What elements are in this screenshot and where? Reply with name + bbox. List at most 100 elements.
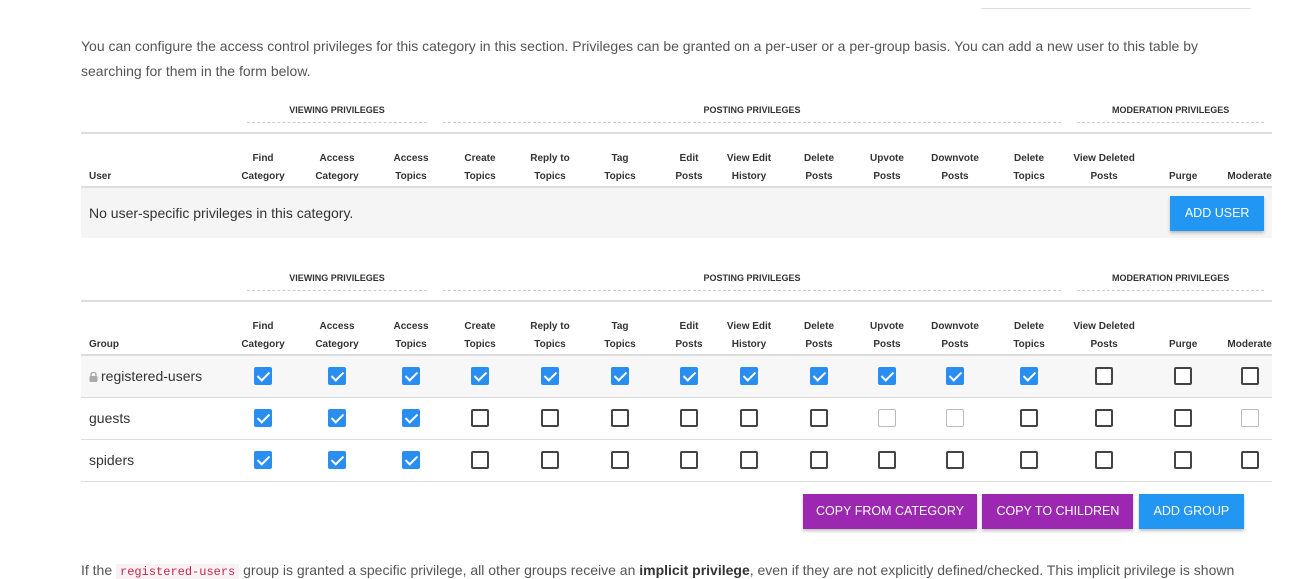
copy-from-category-button[interactable]: Copy from Category [803,494,977,529]
privilege-checkbox [878,408,896,427]
privilege-checkbox[interactable] [541,367,559,386]
privilege-cell [525,397,575,440]
privilege-checkbox[interactable] [878,450,896,469]
privilege-checkbox[interactable] [740,408,758,427]
privilege-column-header: Edit Posts [665,132,713,188]
add-group-button[interactable]: Add Group [1138,494,1244,529]
privilege-cell [435,355,525,398]
privilege-checkbox[interactable] [810,450,828,469]
privilege-checkbox[interactable] [402,367,420,386]
privilege-cell [575,439,665,482]
privilege-checkbox[interactable] [328,408,346,427]
privilege-checkbox[interactable] [1174,408,1193,427]
privilege-cell [435,397,525,440]
privilege-checkbox[interactable] [1240,367,1259,386]
privilege-cell [239,355,287,398]
privilege-column-header: Edit Posts [665,300,713,356]
privilege-checkbox[interactable] [471,367,489,386]
privilege-checkbox[interactable] [1174,450,1193,469]
privilege-checkbox[interactable] [740,450,758,469]
privilege-checkbox[interactable] [254,367,272,386]
intro-text: You can configure the access control pri… [81,38,1199,79]
privilege-checkbox[interactable] [1020,367,1039,386]
privilege-checkbox [1240,408,1259,427]
user-privileges-table: Viewing Privileges Posting Privileges Mo… [81,95,1273,238]
privilege-cell [713,397,785,440]
viewing-privileges-header: Viewing Privileges [239,263,435,301]
privilege-cell [1069,439,1140,482]
privilege-column-header: Reply to Topics [525,132,575,188]
privilege-checkbox[interactable] [1020,408,1039,427]
privilege-cell [525,439,575,482]
privilege-checkbox[interactable] [611,450,629,469]
empty-message: No user-specific privileges in this cate… [81,187,1070,238]
privilege-checkbox[interactable] [680,408,698,427]
privilege-cell [785,397,853,440]
privilege-checkbox[interactable] [946,367,964,386]
privilege-checkbox[interactable] [471,408,489,427]
privilege-cell [387,439,435,482]
privilege-column-header: Upvote Posts [853,300,921,356]
privilege-cell [665,397,713,440]
privilege-column-header: View Edit History [713,132,785,188]
privilege-column-header: Purge [1139,132,1228,188]
top-divider [981,8,1251,9]
privilege-checkbox[interactable] [254,408,272,427]
privilege-checkbox[interactable] [611,367,629,386]
privilege-cell [785,439,853,482]
privilege-checkbox[interactable] [810,367,828,386]
privilege-checkbox[interactable] [541,450,559,469]
column-header-row: User Find Category Access Category Access Top… [81,132,1273,188]
privilege-cell [665,439,713,482]
copy-to-children-button[interactable]: Copy to Children [982,494,1134,529]
group-column-header: Group [81,300,239,356]
moderation-privileges-header: Moderation Privileges [1069,263,1272,301]
add-user-button[interactable]: Add User [1170,195,1265,231]
privilege-cell [575,397,665,440]
group-row: spiders [81,439,1273,482]
posting-privileges-header: Posting Privileges [435,263,1069,301]
privilege-checkbox[interactable] [1240,450,1259,469]
privilege-checkbox[interactable] [254,450,272,469]
privilege-column-header: Create Topics [435,300,525,356]
privilege-checkbox[interactable] [611,408,629,427]
privilege-column-header: Delete Topics [989,132,1070,188]
privilege-checkbox[interactable] [1174,367,1193,386]
privilege-cell [921,439,989,482]
privilege-checkbox[interactable] [1095,450,1114,469]
privilege-checkbox[interactable] [810,408,828,427]
privilege-column-header: Reply to Topics [525,300,575,356]
privilege-checkbox[interactable] [541,408,559,427]
privilege-checkbox[interactable] [328,450,346,469]
implicit-privilege-note: If the registered-users group is granted… [81,562,1235,579]
privilege-checkbox[interactable] [680,367,698,386]
privilege-cell [287,397,387,440]
group-actions: Copy from Category Copy to Children Add … [803,494,1244,529]
privilege-checkbox[interactable] [1095,408,1114,427]
privilege-cell [1069,397,1140,440]
lock-icon [89,369,98,383]
privilege-column-header: Purge [1139,300,1228,356]
privilege-cell [853,355,921,398]
privilege-checkbox[interactable] [328,367,346,386]
privilege-checkbox[interactable] [402,450,420,469]
privilege-column-header: Tag Topics [575,300,665,356]
privilege-cell [1227,397,1273,440]
privilege-checkbox[interactable] [471,450,489,469]
privilege-checkbox[interactable] [1020,450,1039,469]
privilege-checkbox[interactable] [946,450,964,469]
privilege-checkbox[interactable] [680,450,698,469]
privilege-checkbox[interactable] [402,408,420,427]
privilege-checkbox[interactable] [878,367,896,386]
privilege-checkbox[interactable] [1095,367,1114,386]
privilege-cell [665,355,713,398]
privilege-checkbox[interactable] [740,367,758,386]
privilege-cell [1139,355,1228,398]
privilege-column-header: Delete Posts [785,132,853,188]
privilege-column-header: Create Topics [435,132,525,188]
privilege-cell [713,355,785,398]
privilege-column-header: Moderate [1227,132,1273,188]
privilege-column-header: Moderate [1227,300,1273,356]
privilege-column-header: Find Category [239,132,287,188]
privilege-column-header: View Edit History [713,300,785,356]
